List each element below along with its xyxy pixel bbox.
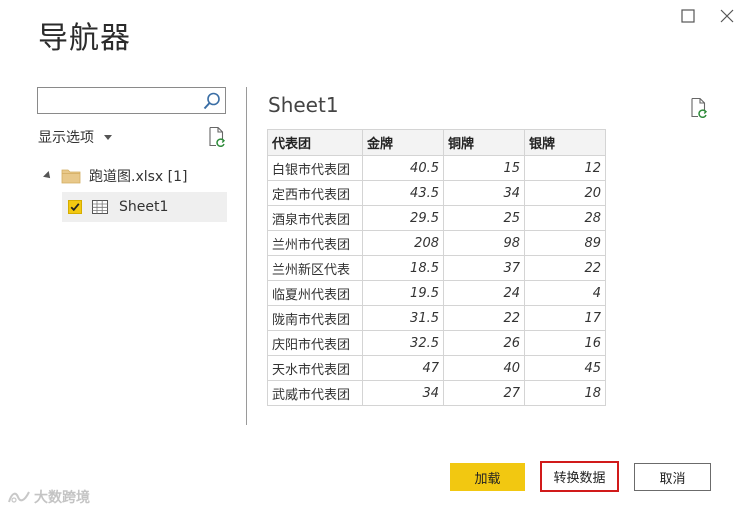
- maximize-icon: [681, 9, 695, 23]
- dialog-title: 导航器: [38, 21, 131, 56]
- preview-table: 代表团 金牌 铜牌 银牌 白银市代表团 40.5 15 12 定西市代表团 43…: [267, 129, 606, 406]
- table-cell: 17: [524, 305, 606, 331]
- chevron-down-icon: [104, 135, 112, 140]
- table-cell: 19.5: [362, 280, 444, 306]
- table-row: 兰州新区代表 18.5 37 22: [267, 255, 606, 281]
- table-row: 兰州市代表团 208 98 89: [267, 230, 606, 256]
- table-cell: 酒泉市代表团: [267, 205, 363, 231]
- table-cell: 26: [443, 330, 525, 356]
- table-cell: 25: [443, 205, 525, 231]
- table-row: 武威市代表团 34 27 18: [267, 380, 606, 406]
- transform-data-button[interactable]: 转换数据: [540, 461, 619, 492]
- table-cell: 15: [443, 155, 525, 181]
- display-options-label: 显示选项: [38, 130, 94, 146]
- maximize-button[interactable]: [675, 5, 701, 27]
- table-cell: 临夏州代表团: [267, 280, 363, 306]
- search-icon[interactable]: [202, 91, 222, 111]
- table-row: 庆阳市代表团 32.5 26 16: [267, 330, 606, 356]
- refresh-icon[interactable]: [207, 126, 227, 148]
- table-cell: 22: [443, 305, 525, 331]
- sheet-icon: [92, 200, 108, 214]
- watermark-logo-icon: [8, 491, 30, 503]
- table-cell: 98: [443, 230, 525, 256]
- table-cell: 22: [524, 255, 606, 281]
- table-cell: 24: [443, 280, 525, 306]
- watermark-text: 大数跨境: [34, 490, 90, 506]
- table-row: 白银市代表团 40.5 15 12: [267, 155, 606, 181]
- table-row: 天水市代表团 47 40 45: [267, 355, 606, 381]
- table-cell: 兰州新区代表: [267, 255, 363, 281]
- table-row: 临夏州代表团 19.5 24 4: [267, 280, 606, 306]
- table-cell: 27: [443, 380, 525, 406]
- table-cell: 208: [362, 230, 444, 256]
- table-cell: 89: [524, 230, 606, 256]
- search-box[interactable]: [37, 87, 226, 114]
- panel-divider: [246, 87, 247, 425]
- table-cell: 天水市代表团: [267, 355, 363, 381]
- table-header-row: 代表团 金牌 铜牌 银牌: [267, 129, 606, 156]
- close-button[interactable]: [714, 5, 740, 27]
- table-cell: 43.5: [362, 180, 444, 206]
- close-icon: [720, 9, 734, 23]
- table-cell: 40.5: [362, 155, 444, 181]
- refresh-icon[interactable]: [689, 97, 709, 119]
- tree-item-label: Sheet1: [119, 199, 169, 215]
- expand-arrow-icon[interactable]: [43, 171, 53, 181]
- table-cell: 28: [524, 205, 606, 231]
- table-cell: 32.5: [362, 330, 444, 356]
- table-cell: 37: [443, 255, 525, 281]
- table-cell: 45: [524, 355, 606, 381]
- table-cell: 庆阳市代表团: [267, 330, 363, 356]
- table-cell: 34: [443, 180, 525, 206]
- load-button[interactable]: 加载: [450, 463, 525, 491]
- watermark: 大数跨境: [8, 487, 90, 507]
- tree-item-sheet1[interactable]: Sheet1: [62, 192, 227, 222]
- sheet1-checkbox[interactable]: [68, 200, 82, 214]
- search-input[interactable]: [40, 90, 206, 111]
- folder-icon: [61, 169, 81, 184]
- column-header[interactable]: 代表团: [267, 129, 363, 156]
- preview-title: Sheet1: [268, 93, 339, 117]
- table-cell: 16: [524, 330, 606, 356]
- cancel-button[interactable]: 取消: [634, 463, 711, 491]
- tree-folder-item[interactable]: 跑道图.xlsx [1]: [42, 164, 188, 188]
- checkmark-icon: [70, 203, 80, 212]
- table-cell: 定西市代表团: [267, 180, 363, 206]
- table-cell: 20: [524, 180, 606, 206]
- display-options-dropdown[interactable]: 显示选项: [38, 127, 112, 147]
- folder-label: 跑道图.xlsx [1]: [89, 169, 188, 185]
- column-header[interactable]: 铜牌: [443, 129, 525, 156]
- table-cell: 4: [524, 280, 606, 306]
- table-row: 酒泉市代表团 29.5 25 28: [267, 205, 606, 231]
- table-cell: 47: [362, 355, 444, 381]
- table-cell: 12: [524, 155, 606, 181]
- table-cell: 陇南市代表团: [267, 305, 363, 331]
- column-header[interactable]: 金牌: [362, 129, 444, 156]
- table-cell: 兰州市代表团: [267, 230, 363, 256]
- table-cell: 40: [443, 355, 525, 381]
- table-row: 定西市代表团 43.5 34 20: [267, 180, 606, 206]
- table-cell: 白银市代表团: [267, 155, 363, 181]
- table-row: 陇南市代表团 31.5 22 17: [267, 305, 606, 331]
- table-cell: 29.5: [362, 205, 444, 231]
- column-header[interactable]: 银牌: [524, 129, 606, 156]
- table-cell: 18.5: [362, 255, 444, 281]
- table-cell: 武威市代表团: [267, 380, 363, 406]
- table-cell: 34: [362, 380, 444, 406]
- table-cell: 18: [524, 380, 606, 406]
- table-cell: 31.5: [362, 305, 444, 331]
